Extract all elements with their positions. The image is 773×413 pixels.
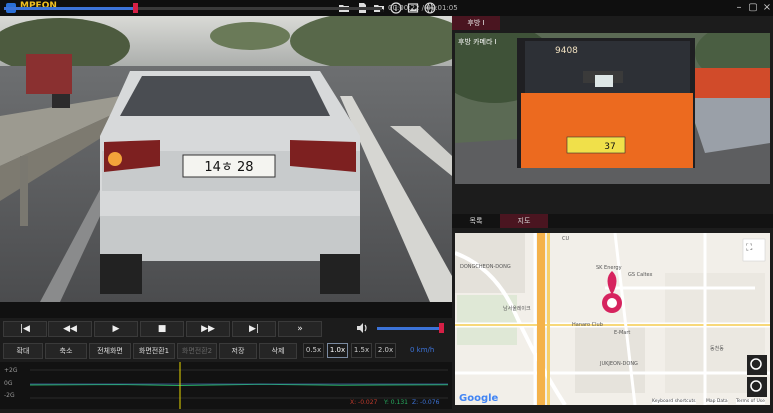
time-display: 00:00:22 / 00:01:05 <box>388 4 458 12</box>
forward-button[interactable]: ▶▶ <box>186 321 230 337</box>
rewind-button[interactable]: ◀◀ <box>48 321 92 337</box>
maximize-button[interactable]: ▢ <box>747 1 759 14</box>
speed-20-button[interactable]: 2.0x <box>375 343 396 358</box>
speed-05-button[interactable]: 0.5x <box>303 343 324 358</box>
gsensor-label-zero: 0G <box>4 380 13 387</box>
tab-map[interactable]: 지도 <box>500 214 548 228</box>
map-label-poi1: 남서울레이크 <box>503 306 531 312</box>
map-data-link[interactable]: Map Data <box>706 399 728 404</box>
bus-number-text: 9408 <box>555 46 578 56</box>
map-zoom-in-icon[interactable] <box>750 357 766 373</box>
gsensor-z-readout: Z: -0.076 <box>412 399 440 406</box>
speed-10-button[interactable]: 1.0x <box>327 343 348 358</box>
speed-readout: 0 km/h <box>410 346 435 354</box>
map-fullscreen-icon[interactable]: ⛶ <box>746 243 752 253</box>
prev-file-button[interactable]: |◀ <box>3 321 47 337</box>
delete-button[interactable]: 삭제 <box>259 343 297 359</box>
gsensor-label-pos: +2G <box>4 367 18 374</box>
rear-camera-tab[interactable]: 후방 I <box>452 16 500 30</box>
play-button[interactable]: ▶ <box>94 321 138 337</box>
screen-switch1-button[interactable]: 화면전환1 <box>133 343 175 359</box>
map-label-poi4: Hanaro Club <box>572 322 603 328</box>
map-terms-link[interactable]: Terms of Use <box>736 399 765 404</box>
seek-row <box>0 302 452 318</box>
fullscreen-button[interactable]: 전체화면 <box>89 343 131 359</box>
next-file-button[interactable]: ▶| <box>232 321 276 337</box>
map-label-district2: JUKJEON-DONG <box>600 361 638 367</box>
map-zoom-out-icon[interactable] <box>750 379 766 395</box>
save-button[interactable]: 저장 <box>219 343 257 359</box>
volume-slider[interactable] <box>377 327 443 330</box>
map-label-poi6: 동천동 <box>710 346 724 352</box>
volume-icon[interactable] <box>355 321 369 335</box>
seek-progress <box>4 7 135 10</box>
volume-handle[interactable] <box>439 323 444 333</box>
map-label-poi5: E-Mart <box>614 330 631 336</box>
map-view[interactable] <box>455 233 770 405</box>
map-label-poi3: GS Caltex <box>628 272 653 278</box>
minimize-button[interactable]: – <box>733 1 745 14</box>
map-label-road: CU <box>562 236 570 242</box>
gsensor-x-readout: X: -0.027 <box>350 399 378 406</box>
map-label-district1: DONGCHEON-DONG <box>460 264 511 270</box>
rear-overlay-text: 후방 카메라 I <box>458 37 497 46</box>
zoom-in-button[interactable]: 확대 <box>3 343 43 359</box>
rear-video[interactable]: 37 9408 후방 카메라 I <box>455 33 770 184</box>
front-video[interactable]: 14ㅎ 28 <box>0 16 452 302</box>
gsensor-y-readout: Y: 0.131 <box>384 399 408 406</box>
screen-switch2-button: 화면전환2 <box>177 343 217 359</box>
zoom-out-button[interactable]: 축소 <box>45 343 87 359</box>
bus-plate-text: 37 <box>604 142 615 152</box>
map-shortcuts-link[interactable]: Keyboard shortcuts <box>652 399 696 404</box>
seek-handle[interactable] <box>133 3 138 13</box>
skip-button[interactable]: » <box>278 321 322 337</box>
map-label-poi2: SK Energy <box>596 265 622 271</box>
stop-button[interactable]: ■ <box>140 321 184 337</box>
tab-list[interactable]: 목록 <box>452 214 500 228</box>
gsensor-label-neg: -2G <box>4 392 15 399</box>
close-button[interactable]: × <box>761 1 773 14</box>
google-logo: Google <box>459 393 499 404</box>
front-plate-text: 14ㅎ 28 <box>204 160 253 175</box>
speed-15-button[interactable]: 1.5x <box>351 343 372 358</box>
